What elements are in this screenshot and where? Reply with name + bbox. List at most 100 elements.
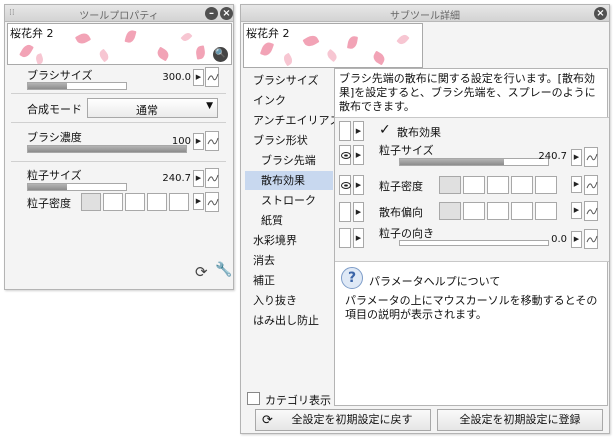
category-item[interactable]: 散布効果 (245, 171, 333, 190)
petal-shape (97, 48, 111, 63)
slider-fill (28, 184, 68, 190)
category-item[interactable]: ブラシ形状 (245, 131, 333, 150)
brush-density-value[interactable]: 100 (155, 136, 191, 147)
pressure-curve-icon[interactable] (205, 131, 219, 151)
brush-size-arrow[interactable]: ▶ (193, 69, 204, 86)
help-icon: ? (341, 267, 363, 289)
pressure-curve-icon[interactable] (205, 168, 219, 188)
category-item[interactable]: インク (245, 91, 333, 110)
petal-shape (281, 52, 295, 67)
expand-arrow[interactable]: ▶ (353, 175, 364, 195)
density-swatch[interactable] (511, 176, 533, 194)
petal-shape (396, 32, 410, 47)
category-item[interactable]: アンチエイリアス (245, 111, 341, 130)
density-swatch[interactable] (81, 193, 101, 211)
petal-shape (34, 53, 45, 64)
petal-shape (19, 42, 34, 60)
sub-tool-detail-titlebar[interactable]: サブツール詳細 × (241, 5, 609, 22)
brush-density-label: ブラシ濃度 (27, 131, 82, 144)
category-item[interactable]: ブラシ先端 (245, 151, 333, 170)
reset-icon[interactable]: ⟳ (195, 263, 208, 281)
reset-all-label: 全設定を初期設定に戻す (291, 413, 413, 426)
brush-density-arrow[interactable]: ▶ (193, 133, 204, 150)
slider-fill (28, 83, 68, 89)
particle-direction-value[interactable]: 0.0 (531, 234, 567, 245)
brush-size-slider[interactable] (27, 82, 127, 90)
pressure-curve-icon[interactable] (584, 147, 598, 167)
scatter-bias-label: 散布偏向 (379, 206, 423, 219)
category-item[interactable]: 水彩境界 (245, 231, 333, 250)
category-item[interactable]: ストローク (245, 191, 333, 210)
pressure-curve-icon[interactable] (205, 192, 219, 212)
density-swatch[interactable] (439, 176, 461, 194)
category-item[interactable]: ブラシサイズ (245, 71, 333, 90)
bias-swatch[interactable] (511, 202, 533, 220)
eye-icon[interactable] (339, 121, 351, 141)
bias-swatch[interactable] (463, 202, 485, 220)
particle-size-arrow[interactable]: ▶ (193, 170, 204, 187)
eye-icon[interactable] (339, 228, 351, 248)
petal-shape (124, 29, 137, 44)
expand-arrow[interactable]: ▶ (353, 228, 364, 248)
particle-direction-slider[interactable] (399, 240, 549, 246)
blend-mode-select[interactable]: 通常 ▼ (87, 98, 218, 118)
density-swatch[interactable] (103, 193, 123, 211)
particle-size-arrow[interactable]: ▶ (571, 149, 582, 166)
particle-size-slider[interactable] (27, 183, 127, 191)
bias-swatch[interactable] (439, 202, 461, 220)
petal-shape (302, 33, 320, 49)
density-swatch[interactable] (125, 193, 145, 211)
pressure-curve-icon[interactable] (584, 229, 598, 249)
density-swatch[interactable] (169, 193, 189, 211)
bias-swatch[interactable] (487, 202, 509, 220)
pressure-curve-icon[interactable] (584, 201, 598, 221)
category-item[interactable]: はみ出し防止 (245, 311, 333, 330)
help-title: パラメータヘルプについて (369, 275, 501, 288)
minimize-icon[interactable]: – (205, 7, 218, 20)
brush-name: 桜花弁 2 (10, 27, 54, 40)
particle-density-arrow[interactable]: ▶ (571, 176, 582, 193)
wrench-icon[interactable]: 🔧 (215, 262, 232, 278)
density-swatch[interactable] (487, 176, 509, 194)
close-icon[interactable]: × (220, 7, 233, 20)
register-all-button[interactable]: 全設定を初期設定に登録 (437, 409, 603, 431)
density-swatch[interactable] (535, 176, 557, 194)
particle-size-value[interactable]: 240.7 (531, 151, 567, 162)
eye-icon[interactable] (339, 145, 351, 165)
slider-fill (400, 159, 504, 165)
pressure-curve-icon[interactable] (205, 67, 219, 87)
divider (11, 93, 226, 94)
eye-icon[interactable] (339, 175, 351, 195)
brush-preview: 桜花弁 2 (243, 23, 423, 68)
particle-size-label: 粒子サイズ (379, 144, 434, 157)
particle-density-label: 粒子密度 (379, 180, 423, 193)
expand-arrow[interactable]: ▶ (353, 121, 364, 141)
checkbox[interactable] (247, 392, 260, 405)
particle-direction-arrow[interactable]: ▶ (571, 231, 582, 248)
tool-property-titlebar[interactable]: ⁞⁞ ツールプロパティ – × (5, 5, 233, 22)
category-item[interactable]: 補正 (245, 271, 333, 290)
brush-size-value[interactable]: 300.0 (155, 72, 191, 83)
scatter-effect-checkbox[interactable]: ✓ (379, 123, 392, 137)
petal-shape (346, 35, 359, 50)
particle-size-value[interactable]: 240.7 (155, 173, 191, 184)
density-swatch[interactable] (147, 193, 167, 211)
density-swatch[interactable] (463, 176, 485, 194)
expand-arrow[interactable]: ▶ (353, 202, 364, 222)
category-item[interactable]: 消去 (245, 251, 333, 270)
reset-all-button[interactable]: ⟳ 全設定を初期設定に戻す (255, 409, 431, 431)
zoom-icon[interactable]: 🔍 (213, 47, 228, 62)
particle-size-slider[interactable] (399, 158, 549, 166)
pressure-curve-icon[interactable] (584, 175, 598, 195)
category-item[interactable]: 入り抜き (245, 291, 333, 310)
brush-size-label: ブラシサイズ (27, 69, 93, 82)
close-icon[interactable]: × (594, 7, 607, 20)
window-title: サブツール詳細 (390, 11, 460, 22)
particle-density-arrow[interactable]: ▶ (193, 193, 204, 210)
bias-swatch[interactable] (535, 202, 557, 220)
scatter-bias-arrow[interactable]: ▶ (571, 202, 582, 219)
brush-name: 桜花弁 2 (246, 27, 290, 40)
expand-arrow[interactable]: ▶ (353, 145, 364, 165)
eye-icon[interactable] (339, 202, 351, 222)
category-item[interactable]: 紙質 (245, 211, 333, 230)
